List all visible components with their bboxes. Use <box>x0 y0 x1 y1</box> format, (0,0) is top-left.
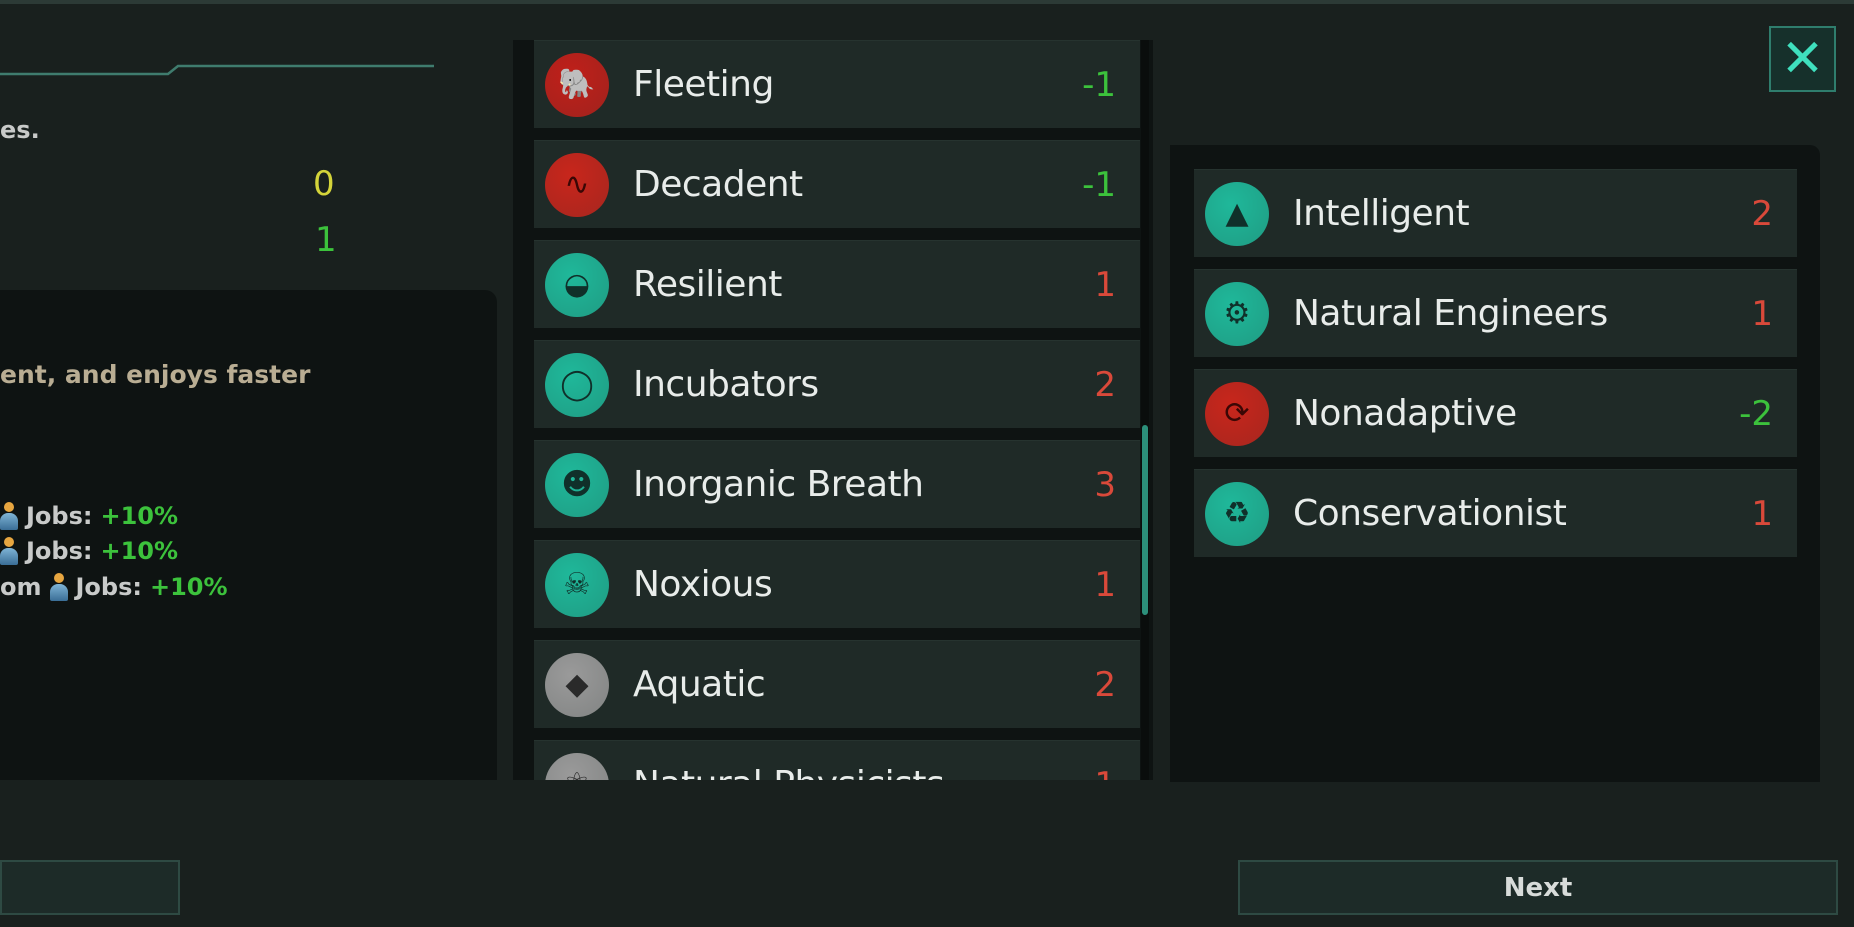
description-fragment: es. <box>0 116 40 144</box>
whip-icon: ∿ <box>545 152 609 217</box>
trait-row[interactable]: ☻ Inorganic Breath 3 <box>534 440 1140 528</box>
trait-name: Natural Physicists <box>633 764 945 780</box>
trait-row[interactable]: ◒ Resilient 1 <box>534 240 1140 328</box>
trait-name: Nonadaptive <box>1293 393 1517 434</box>
pop-icon <box>0 502 18 530</box>
egg-icon: ◯ <box>545 352 609 417</box>
elephant-icon: 🐘 <box>545 52 609 117</box>
job-label: Jobs: <box>75 573 142 601</box>
window-top-border <box>0 0 1854 4</box>
close-icon: ✕ <box>1780 29 1825 89</box>
trait-name: Incubators <box>633 364 819 405</box>
trait-cost: -1 <box>1082 164 1116 205</box>
selected-traits-panel: ▲ Intelligent 2 ⚙ Natural Engineers 1 ⟳ Nonadap… <box>1170 145 1820 782</box>
trait-cost: -1 <box>1082 64 1116 105</box>
traits-scrollbar[interactable] <box>1141 40 1149 780</box>
trait-row[interactable]: ◆ Aquatic 2 <box>534 640 1140 728</box>
cycle-icon: ⟳ <box>1205 381 1269 446</box>
job-value: +10% <box>149 573 228 601</box>
job-value: +10% <box>100 537 179 565</box>
trait-row[interactable]: ⟳ Nonadaptive -2 <box>1194 369 1797 457</box>
next-button[interactable]: Next <box>1238 860 1838 915</box>
head-icon: ☻ <box>545 452 609 517</box>
trait-cost: 2 <box>1094 664 1116 705</box>
trait-name: Intelligent <box>1293 193 1470 234</box>
trait-row[interactable]: ♻ Conservationist 1 <box>1194 469 1797 557</box>
trait-row[interactable]: ∿ Decadent -1 <box>534 140 1140 228</box>
trait-name: Inorganic Breath <box>633 464 924 505</box>
job-label: Jobs: <box>26 537 93 565</box>
trait-cost: -2 <box>1739 393 1773 434</box>
trait-cost: 1 <box>1751 493 1773 534</box>
trait-cost: 1 <box>1094 264 1116 305</box>
graduation-cap-icon: ▲ <box>1205 181 1269 246</box>
trait-name: Natural Engineers <box>1293 293 1608 334</box>
armadillo-icon: ◒ <box>545 252 609 317</box>
trait-row[interactable]: ◯ Incubators 2 <box>534 340 1140 428</box>
trait-name: Noxious <box>633 564 773 605</box>
trait-row[interactable]: ⚙ Natural Engineers 1 <box>1194 269 1797 357</box>
trait-cost: 2 <box>1751 193 1773 234</box>
close-button[interactable]: ✕ <box>1769 26 1836 92</box>
available-traits-list: 🐘 Fleeting -1 ∿ Decadent -1 ◒ Resilient 1 ◯ Incuba… <box>513 40 1153 780</box>
job-value: +10% <box>100 502 179 530</box>
back-button[interactable] <box>0 860 180 915</box>
trait-row[interactable]: 🐘 Fleeting -1 <box>534 40 1140 128</box>
trait-cost: 1 <box>1094 564 1116 605</box>
job-modifier-line: Jobs: +10% <box>0 537 178 565</box>
header-decoration <box>0 64 434 76</box>
trait-name: Aquatic <box>633 664 766 705</box>
job-label: Jobs: <box>26 502 93 530</box>
job-modifier-line: om Jobs: +10% <box>0 573 228 601</box>
trait-name: Decadent <box>633 164 803 205</box>
trait-row[interactable]: ☠ Noxious 1 <box>534 540 1140 628</box>
picks-value: 1 <box>315 220 337 260</box>
scrollbar-thumb[interactable] <box>1142 425 1148 615</box>
recycle-icon: ♻ <box>1205 481 1269 546</box>
job-prefix: om <box>0 573 42 601</box>
trait-name: Fleeting <box>633 64 774 105</box>
next-label: Next <box>1503 872 1573 903</box>
atom-icon: ⚛ <box>545 752 609 780</box>
trait-name: Conservationist <box>1293 493 1567 534</box>
trait-cost: 1 <box>1094 765 1116 781</box>
skull-icon: ☠ <box>545 552 609 617</box>
pop-icon <box>49 573 68 601</box>
gear-icon: ⚙ <box>1205 281 1269 346</box>
trait-cost: 1 <box>1751 293 1773 334</box>
trait-details-panel: ent, and enjoys faster Jobs: +10% Jobs: … <box>0 290 497 780</box>
points-value: 0 <box>313 164 335 204</box>
trait-row[interactable]: ⚛ Natural Physicists 1 <box>534 740 1140 780</box>
trait-name: Resilient <box>633 264 782 305</box>
trait-row[interactable]: ▲ Intelligent 2 <box>1194 169 1797 257</box>
trait-description: ent, and enjoys faster <box>0 360 311 389</box>
pop-icon <box>0 537 18 565</box>
fish-icon: ◆ <box>545 652 609 717</box>
job-modifier-line: Jobs: +10% <box>0 502 178 530</box>
trait-cost: 2 <box>1094 364 1116 405</box>
trait-cost: 3 <box>1094 464 1116 505</box>
